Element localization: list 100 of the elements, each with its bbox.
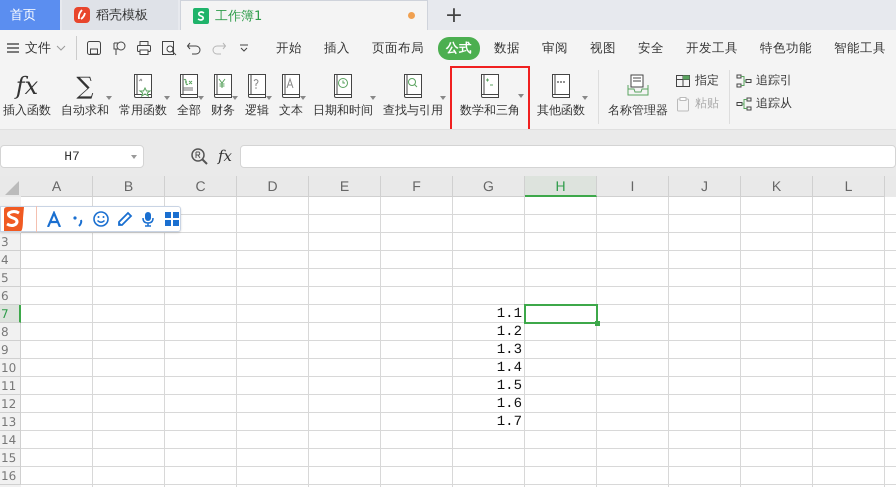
- ribbon-tab[interactable]: 页面布局: [364, 36, 432, 60]
- ribbon-button[interactable]: 常用函数: [116, 70, 170, 128]
- ribbon-button[interactable]: 数学和三角: [452, 68, 528, 129]
- trace-arrows-icon: [736, 72, 752, 88]
- row-header[interactable]: 16: [0, 467, 21, 485]
- ribbon-button[interactable]: 指定: [675, 72, 719, 89]
- smiley-icon: [93, 211, 110, 227]
- undo-icon: [186, 40, 202, 56]
- yen-book-icon: [211, 73, 235, 99]
- table-cell-text: 1.5: [496, 377, 523, 395]
- plus-minus-book-icon: [478, 73, 502, 99]
- column-header[interactable]: L: [813, 176, 885, 197]
- table-cell-text: 1.2: [496, 323, 523, 341]
- print-icon: [136, 40, 152, 56]
- grid-icon: [164, 211, 180, 227]
- row-header[interactable]: 5: [0, 269, 21, 287]
- ribbon-button[interactable]: 其他函数: [534, 70, 588, 128]
- row-header[interactable]: 11: [0, 377, 21, 395]
- column-header[interactable]: I: [597, 176, 669, 197]
- zoom-icon: [190, 147, 208, 165]
- table-cell-text: 1.7: [496, 413, 523, 431]
- row-header[interactable]: 14: [0, 431, 21, 449]
- ribbon-tab[interactable]: 开始: [268, 36, 310, 60]
- toolbar-button[interactable]: [116, 209, 133, 229]
- formula-input-field[interactable]: [240, 144, 896, 168]
- spreadsheet-logo-icon: [193, 8, 209, 24]
- column-header[interactable]: E: [309, 176, 381, 197]
- ribbon-button[interactable]: 全部: [174, 70, 204, 128]
- trace-arrows-icon: [736, 96, 752, 112]
- row-header[interactable]: 4: [0, 251, 21, 269]
- letter-icon: [46, 211, 62, 227]
- toolbar-button[interactable]: [140, 209, 156, 229]
- ribbon-tab[interactable]: 审阅: [534, 36, 576, 60]
- table-cell-text: 1.4: [496, 359, 523, 377]
- new-tab-button[interactable]: +: [432, 0, 476, 30]
- print-preview-icon: [161, 40, 177, 56]
- pen-icon: [116, 211, 133, 227]
- ribbon-button[interactable]: 查找与引用: [380, 70, 446, 128]
- column-header[interactable]: C: [165, 176, 237, 197]
- table-icon: [675, 72, 691, 88]
- ribbon-button[interactable]: 追踪从: [736, 95, 792, 112]
- table-cell-text: 1.3: [496, 341, 523, 359]
- magnifier-book-icon: [401, 73, 425, 99]
- table-cell-text: 1.6: [496, 395, 523, 413]
- file-menu-button[interactable]: 文件: [4, 36, 70, 60]
- name-box-field[interactable]: H7: [0, 144, 144, 168]
- ribbon-button[interactable]: 名称管理器: [605, 70, 671, 128]
- ribbon-tab[interactable]: 安全: [630, 36, 672, 60]
- function-book-icon: [177, 73, 201, 99]
- function-symbol: fx: [16, 72, 38, 100]
- save-icon: [86, 40, 102, 56]
- row-header[interactable]: 13: [0, 413, 21, 431]
- function-symbol: ∑: [76, 72, 94, 100]
- ribbon-button[interactable]: 财务: [208, 70, 238, 128]
- document-tab[interactable]: 稻壳模板: [62, 0, 178, 30]
- ribbon-tab[interactable]: 数据: [486, 36, 528, 60]
- toolbar-button[interactable]: [46, 209, 62, 229]
- ribbon-tab[interactable]: 视图: [582, 36, 624, 60]
- question-book-icon: [245, 73, 269, 99]
- row-header[interactable]: 8: [0, 323, 21, 341]
- ribbon-button[interactable]: 逻辑: [242, 70, 272, 128]
- column-header[interactable]: J: [669, 176, 741, 197]
- brush-icon: [111, 40, 127, 56]
- ribbon-tab[interactable]: 特色功能: [752, 36, 820, 60]
- ribbon-tab[interactable]: 智能工具: [826, 36, 894, 60]
- ribbon-tab[interactable]: 插入: [316, 36, 358, 60]
- ribbon-tab[interactable]: 开发工具: [678, 36, 746, 60]
- chevron-icon: [56, 45, 66, 51]
- column-header[interactable]: F: [381, 176, 453, 197]
- function-book-icon: [131, 73, 155, 99]
- column-header[interactable]: G: [453, 176, 525, 197]
- clipboard-icon: [675, 96, 691, 112]
- fill-handle[interactable]: [595, 321, 600, 326]
- column-header[interactable]: K: [741, 176, 813, 197]
- row-header[interactable]: 6: [0, 287, 21, 305]
- column-header[interactable]: D: [237, 176, 309, 197]
- dropdown-caret-icon: [131, 154, 137, 158]
- column-header[interactable]: A: [21, 176, 93, 197]
- selected-cell[interactable]: [525, 305, 597, 323]
- toolbar-button[interactable]: [164, 209, 180, 229]
- row-header[interactable]: 12: [0, 395, 21, 413]
- clock-book-icon: [331, 73, 355, 99]
- ribbon-button[interactable]: 日期和时间: [310, 70, 376, 128]
- dots-book-icon: [549, 73, 573, 99]
- column-header[interactable]: B: [93, 176, 165, 197]
- row-header[interactable]: 3: [0, 233, 21, 251]
- microphone-icon: [140, 211, 156, 227]
- toolbar-button[interactable]: [92, 209, 110, 229]
- menu-icon: [6, 42, 20, 54]
- ribbon-button[interactable]: ∑ 自动求和: [58, 70, 112, 128]
- flame-logo-icon: [74, 7, 90, 23]
- ribbon-button[interactable]: 追踪引: [736, 72, 792, 89]
- row-header[interactable]: 10: [0, 359, 21, 377]
- redo-icon: [211, 40, 227, 56]
- ribbon-button[interactable]: fx 插入函数: [0, 70, 54, 128]
- insert-function-button[interactable]: fx: [218, 147, 232, 165]
- table-cell-text: 1.1: [496, 305, 523, 323]
- row-header[interactable]: 9: [0, 341, 21, 359]
- ribbon-button[interactable]: 文本: [276, 70, 306, 128]
- row-header[interactable]: 15: [0, 449, 21, 467]
